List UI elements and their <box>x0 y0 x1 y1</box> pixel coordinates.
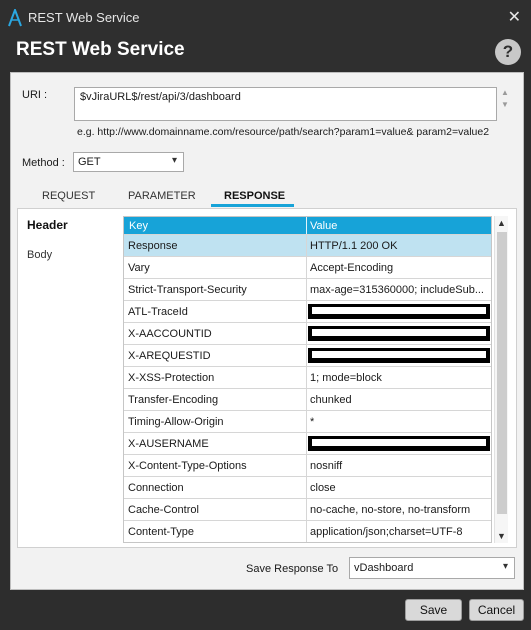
table-row[interactable]: Cache-Control no-cache, no-store, no-tran… <box>124 498 491 521</box>
table-row[interactable]: Transfer-Encoding chunked <box>124 388 491 411</box>
table-row[interactable]: X-Content-Type-Options nosniff <box>124 454 491 477</box>
scroll-down-icon[interactable]: ▼ <box>499 99 511 111</box>
uri-label: URI : <box>22 89 48 101</box>
table-scrollbar[interactable]: ▲ ▼ <box>494 216 508 543</box>
save-response-select[interactable]: vDashboard ▾ <box>349 557 515 579</box>
dialog-title: REST Web Service <box>16 39 185 60</box>
table-row[interactable]: X-XSS-Protection 1; mode=block <box>124 366 491 389</box>
tab-request[interactable]: REQUEST <box>42 190 95 202</box>
close-icon[interactable]: ✕ <box>508 7 521 27</box>
table-header: Key Value <box>124 217 491 234</box>
active-tab-indicator <box>211 204 294 207</box>
tab-parameter[interactable]: PARAMETER <box>128 190 196 202</box>
dialog-header: REST Web Service ? <box>0 36 531 70</box>
help-icon[interactable]: ? <box>495 39 521 65</box>
method-select[interactable]: GET ▾ <box>73 152 184 172</box>
table-row[interactable]: X-AACCOUNTID <box>124 322 491 345</box>
row-key: Content-Type <box>128 526 195 538</box>
tab-response[interactable]: RESPONSE <box>224 190 285 202</box>
side-item-header[interactable]: Header <box>27 218 68 232</box>
row-key: X-AACCOUNTID <box>128 328 212 340</box>
column-value[interactable]: Value <box>310 220 337 232</box>
response-content: Header Body Key Value Response HTTP/1.1 2… <box>17 208 517 548</box>
row-key: Strict-Transport-Security <box>128 284 247 296</box>
chevron-down-icon[interactable]: ▼ <box>497 531 506 541</box>
row-key: X-AREQUESTID <box>128 350 211 362</box>
row-key: Timing-Allow-Origin <box>128 416 224 428</box>
row-key: Transfer-Encoding <box>128 394 219 406</box>
row-value: nosniff <box>310 460 343 472</box>
row-value: close <box>310 482 336 494</box>
row-key: X-Content-Type-Options <box>128 460 247 472</box>
row-value: application/json;charset=UTF-8 <box>310 526 463 538</box>
window-title: REST Web Service <box>28 10 140 25</box>
table-row[interactable]: Content-Type application/json;charset=UTF… <box>124 520 491 542</box>
header-table: Key Value Response HTTP/1.1 200 OK Vary Ac… <box>123 216 492 543</box>
column-key[interactable]: Key <box>129 220 148 232</box>
row-value: * <box>310 416 315 428</box>
save-response-label: Save Response To <box>246 563 339 575</box>
row-value: HTTP/1.1 200 OK <box>310 240 398 252</box>
table-row[interactable]: X-AREQUESTID <box>124 344 491 367</box>
cancel-button[interactable]: Cancel <box>469 599 524 621</box>
redacted-value <box>308 326 490 341</box>
scroll-up-icon[interactable]: ▲ <box>499 87 511 99</box>
table-row[interactable]: Connection close <box>124 476 491 499</box>
redacted-value <box>308 304 490 319</box>
table-row[interactable]: Response HTTP/1.1 200 OK <box>124 234 491 257</box>
row-key: X-XSS-Protection <box>128 372 215 384</box>
row-value: max-age=315360000; includeSub... <box>310 284 484 296</box>
uri-scroll-arrows[interactable]: ▲ ▼ <box>499 87 511 121</box>
table-row[interactable]: Timing-Allow-Origin * <box>124 410 491 433</box>
main-panel: URI : $vJiraURL$/rest/api/3/dashboard ▲ … <box>10 72 524 590</box>
method-value: GET <box>78 156 101 168</box>
save-button[interactable]: Save <box>405 599 462 621</box>
row-value: chunked <box>310 394 352 406</box>
row-key: Vary <box>128 262 150 274</box>
scrollbar-thumb[interactable] <box>497 232 507 514</box>
uri-hint: e.g. http://www.domainname.com/resource/… <box>77 126 490 138</box>
save-response-value: vDashboard <box>354 562 414 574</box>
window-titlebar: REST Web Service ✕ <box>0 0 531 36</box>
chevron-up-icon[interactable]: ▲ <box>497 218 506 228</box>
table-row[interactable]: Strict-Transport-Security max-age=3153600… <box>124 278 491 301</box>
table-row[interactable]: X-AUSERNAME <box>124 432 491 455</box>
chevron-down-icon: ▾ <box>171 155 177 166</box>
row-key: ATL-TraceId <box>128 306 188 318</box>
row-value: Accept-Encoding <box>310 262 394 274</box>
row-key: Response <box>128 240 178 252</box>
table-row[interactable]: Vary Accept-Encoding <box>124 256 491 279</box>
row-key: X-AUSERNAME <box>128 438 209 450</box>
side-item-body[interactable]: Body <box>27 249 52 261</box>
redacted-value <box>308 436 490 451</box>
row-key: Connection <box>128 482 184 494</box>
uri-input[interactable]: $vJiraURL$/rest/api/3/dashboard <box>74 87 497 121</box>
redacted-value <box>308 348 490 363</box>
row-value: no-cache, no-store, no-transform <box>310 504 471 516</box>
app-logo-icon <box>8 9 22 27</box>
row-value: 1; mode=block <box>310 372 382 384</box>
row-key: Cache-Control <box>128 504 199 516</box>
column-divider <box>306 217 307 234</box>
method-label: Method : <box>22 157 65 169</box>
table-row[interactable]: ATL-TraceId <box>124 300 491 323</box>
chevron-down-icon: ▾ <box>502 561 508 572</box>
